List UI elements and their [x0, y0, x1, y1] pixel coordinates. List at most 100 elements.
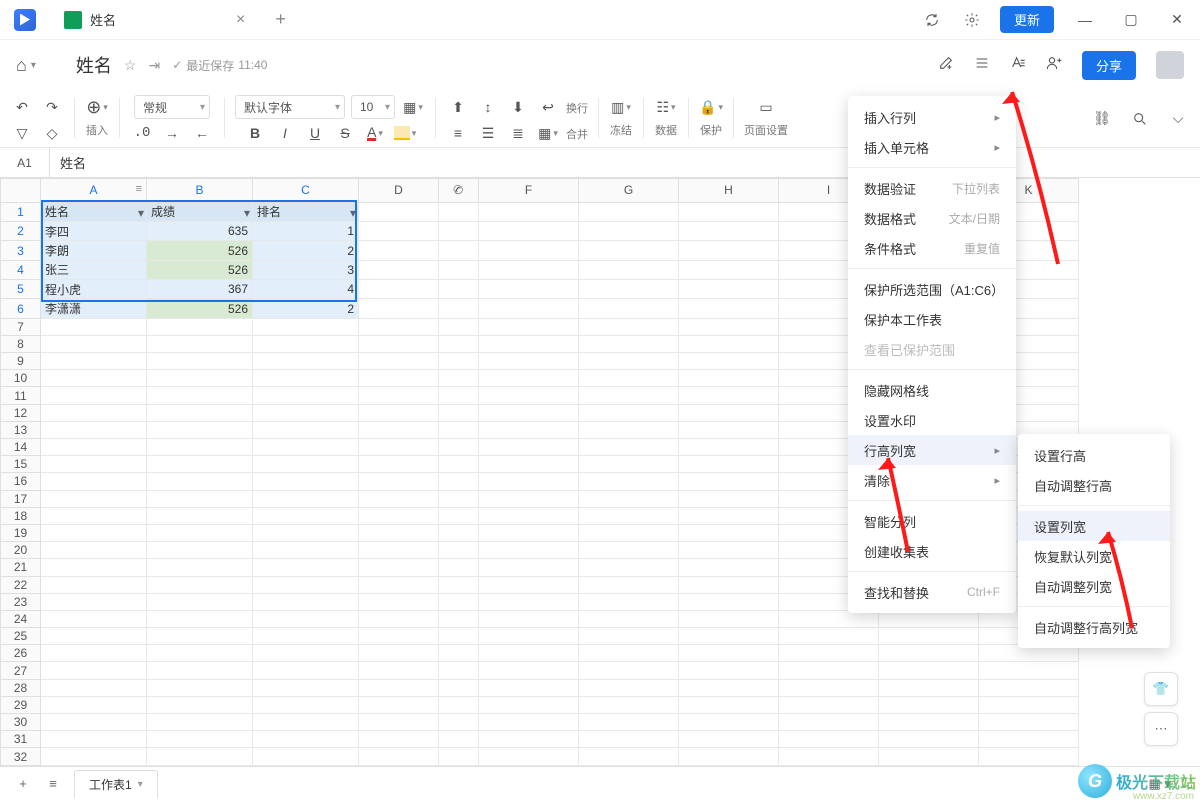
- cell-I30[interactable]: [779, 714, 879, 731]
- number-format-select[interactable]: 常规: [134, 95, 210, 119]
- cell-E17[interactable]: [439, 490, 479, 507]
- cell-H17[interactable]: [679, 490, 779, 507]
- cell-H12[interactable]: [679, 404, 779, 421]
- cell-G24[interactable]: [579, 610, 679, 627]
- cell-D3[interactable]: [359, 241, 439, 260]
- col-header-B[interactable]: B: [147, 179, 253, 203]
- data-button[interactable]: ☷: [654, 95, 678, 119]
- cell-G21[interactable]: [579, 559, 679, 576]
- cell-C4[interactable]: 3: [253, 260, 359, 279]
- cell-G23[interactable]: [579, 593, 679, 610]
- align-top-button[interactable]: ⬆: [446, 95, 470, 119]
- move-icon[interactable]: ⇥: [148, 57, 160, 74]
- row-header-21[interactable]: 21: [1, 559, 41, 576]
- home-icon[interactable]: ⌂: [16, 55, 27, 76]
- cell-B6[interactable]: 526: [147, 299, 253, 318]
- cell-D25[interactable]: [359, 628, 439, 645]
- cell-K27[interactable]: [979, 662, 1079, 679]
- cell-D24[interactable]: [359, 610, 439, 627]
- cell-E32[interactable]: [439, 748, 479, 766]
- cell-F28[interactable]: [479, 679, 579, 696]
- cell-D19[interactable]: [359, 524, 439, 541]
- row-header-27[interactable]: 27: [1, 662, 41, 679]
- col-header-C[interactable]: C: [253, 179, 359, 203]
- cell-G26[interactable]: [579, 645, 679, 662]
- merge-button[interactable]: ▦: [536, 121, 560, 145]
- cell-K30[interactable]: [979, 714, 1079, 731]
- cell-J27[interactable]: [879, 662, 979, 679]
- cell-A8[interactable]: [41, 335, 147, 352]
- cell-G4[interactable]: [579, 260, 679, 279]
- cell-B7[interactable]: [147, 318, 253, 335]
- format-painter-button[interactable]: ▽: [10, 121, 34, 145]
- cell-H3[interactable]: [679, 241, 779, 260]
- cell-H19[interactable]: [679, 524, 779, 541]
- cell-G15[interactable]: [579, 456, 679, 473]
- cell-A12[interactable]: [41, 404, 147, 421]
- cell-G6[interactable]: [579, 299, 679, 318]
- add-sheet-button[interactable]: +: [8, 770, 38, 798]
- cell-D11[interactable]: [359, 387, 439, 404]
- row-header-31[interactable]: 31: [1, 731, 41, 748]
- page-setup-button[interactable]: ▭: [754, 95, 778, 119]
- formula-input[interactable]: 姓名: [50, 153, 86, 172]
- cell-F30[interactable]: [479, 714, 579, 731]
- cell-A26[interactable]: [41, 645, 147, 662]
- cell-C25[interactable]: [253, 628, 359, 645]
- cell-D5[interactable]: [359, 280, 439, 299]
- cell-H23[interactable]: [679, 593, 779, 610]
- cell-E9[interactable]: [439, 353, 479, 370]
- cell-I26[interactable]: [779, 645, 879, 662]
- menu-auto-col-width[interactable]: 自动调整列宽: [1018, 571, 1170, 601]
- menu-clear[interactable]: 清除: [848, 465, 1016, 495]
- cell-G19[interactable]: [579, 524, 679, 541]
- cell-I32[interactable]: [779, 748, 879, 766]
- cell-G2[interactable]: [579, 221, 679, 240]
- cell-F31[interactable]: [479, 731, 579, 748]
- cell-D16[interactable]: [359, 473, 439, 490]
- cell-D14[interactable]: [359, 439, 439, 456]
- row-header-5[interactable]: 5: [1, 280, 41, 299]
- col-header-F[interactable]: F: [479, 179, 579, 203]
- cell-D28[interactable]: [359, 679, 439, 696]
- cell-A6[interactable]: 李潇潇: [41, 299, 147, 318]
- menu-cond-format[interactable]: 条件格式重复值: [848, 233, 1016, 263]
- align-left-button[interactable]: ≡: [446, 121, 470, 145]
- decrease-decimal-icon[interactable]: →: [160, 121, 184, 145]
- menu-insert-rowcol[interactable]: 插入行列: [848, 102, 1016, 132]
- cell-F12[interactable]: [479, 404, 579, 421]
- cell-F27[interactable]: [479, 662, 579, 679]
- cell-C13[interactable]: [253, 421, 359, 438]
- cell-B21[interactable]: [147, 559, 253, 576]
- sync-icon[interactable]: [912, 0, 952, 40]
- cell-F16[interactable]: [479, 473, 579, 490]
- edit-add-icon[interactable]: [938, 55, 954, 76]
- cell-name-box[interactable]: A1: [0, 148, 50, 177]
- cell-F32[interactable]: [479, 748, 579, 766]
- font-family-select[interactable]: 默认字体: [235, 95, 345, 119]
- cell-A23[interactable]: [41, 593, 147, 610]
- link-icon[interactable]: ⛓: [1090, 107, 1114, 131]
- cell-G7[interactable]: [579, 318, 679, 335]
- cell-E6[interactable]: [439, 299, 479, 318]
- cell-B11[interactable]: [147, 387, 253, 404]
- cell-G8[interactable]: [579, 335, 679, 352]
- col-header-G[interactable]: G: [579, 179, 679, 203]
- cell-E3[interactable]: [439, 241, 479, 260]
- cell-F15[interactable]: [479, 456, 579, 473]
- cell-C17[interactable]: [253, 490, 359, 507]
- cell-G32[interactable]: [579, 748, 679, 766]
- row-header-19[interactable]: 19: [1, 524, 41, 541]
- cell-A22[interactable]: [41, 576, 147, 593]
- cell-C6[interactable]: 2: [253, 299, 359, 318]
- cell-E31[interactable]: [439, 731, 479, 748]
- cell-E23[interactable]: [439, 593, 479, 610]
- menu-set-col-width[interactable]: 设置列宽: [1018, 511, 1170, 541]
- cell-B25[interactable]: [147, 628, 253, 645]
- menu-data-validation[interactable]: 数据验证下拉列表: [848, 173, 1016, 203]
- cell-G25[interactable]: [579, 628, 679, 645]
- cell-D21[interactable]: [359, 559, 439, 576]
- cell-B19[interactable]: [147, 524, 253, 541]
- avatar[interactable]: [1156, 51, 1184, 79]
- cell-B5[interactable]: 367: [147, 280, 253, 299]
